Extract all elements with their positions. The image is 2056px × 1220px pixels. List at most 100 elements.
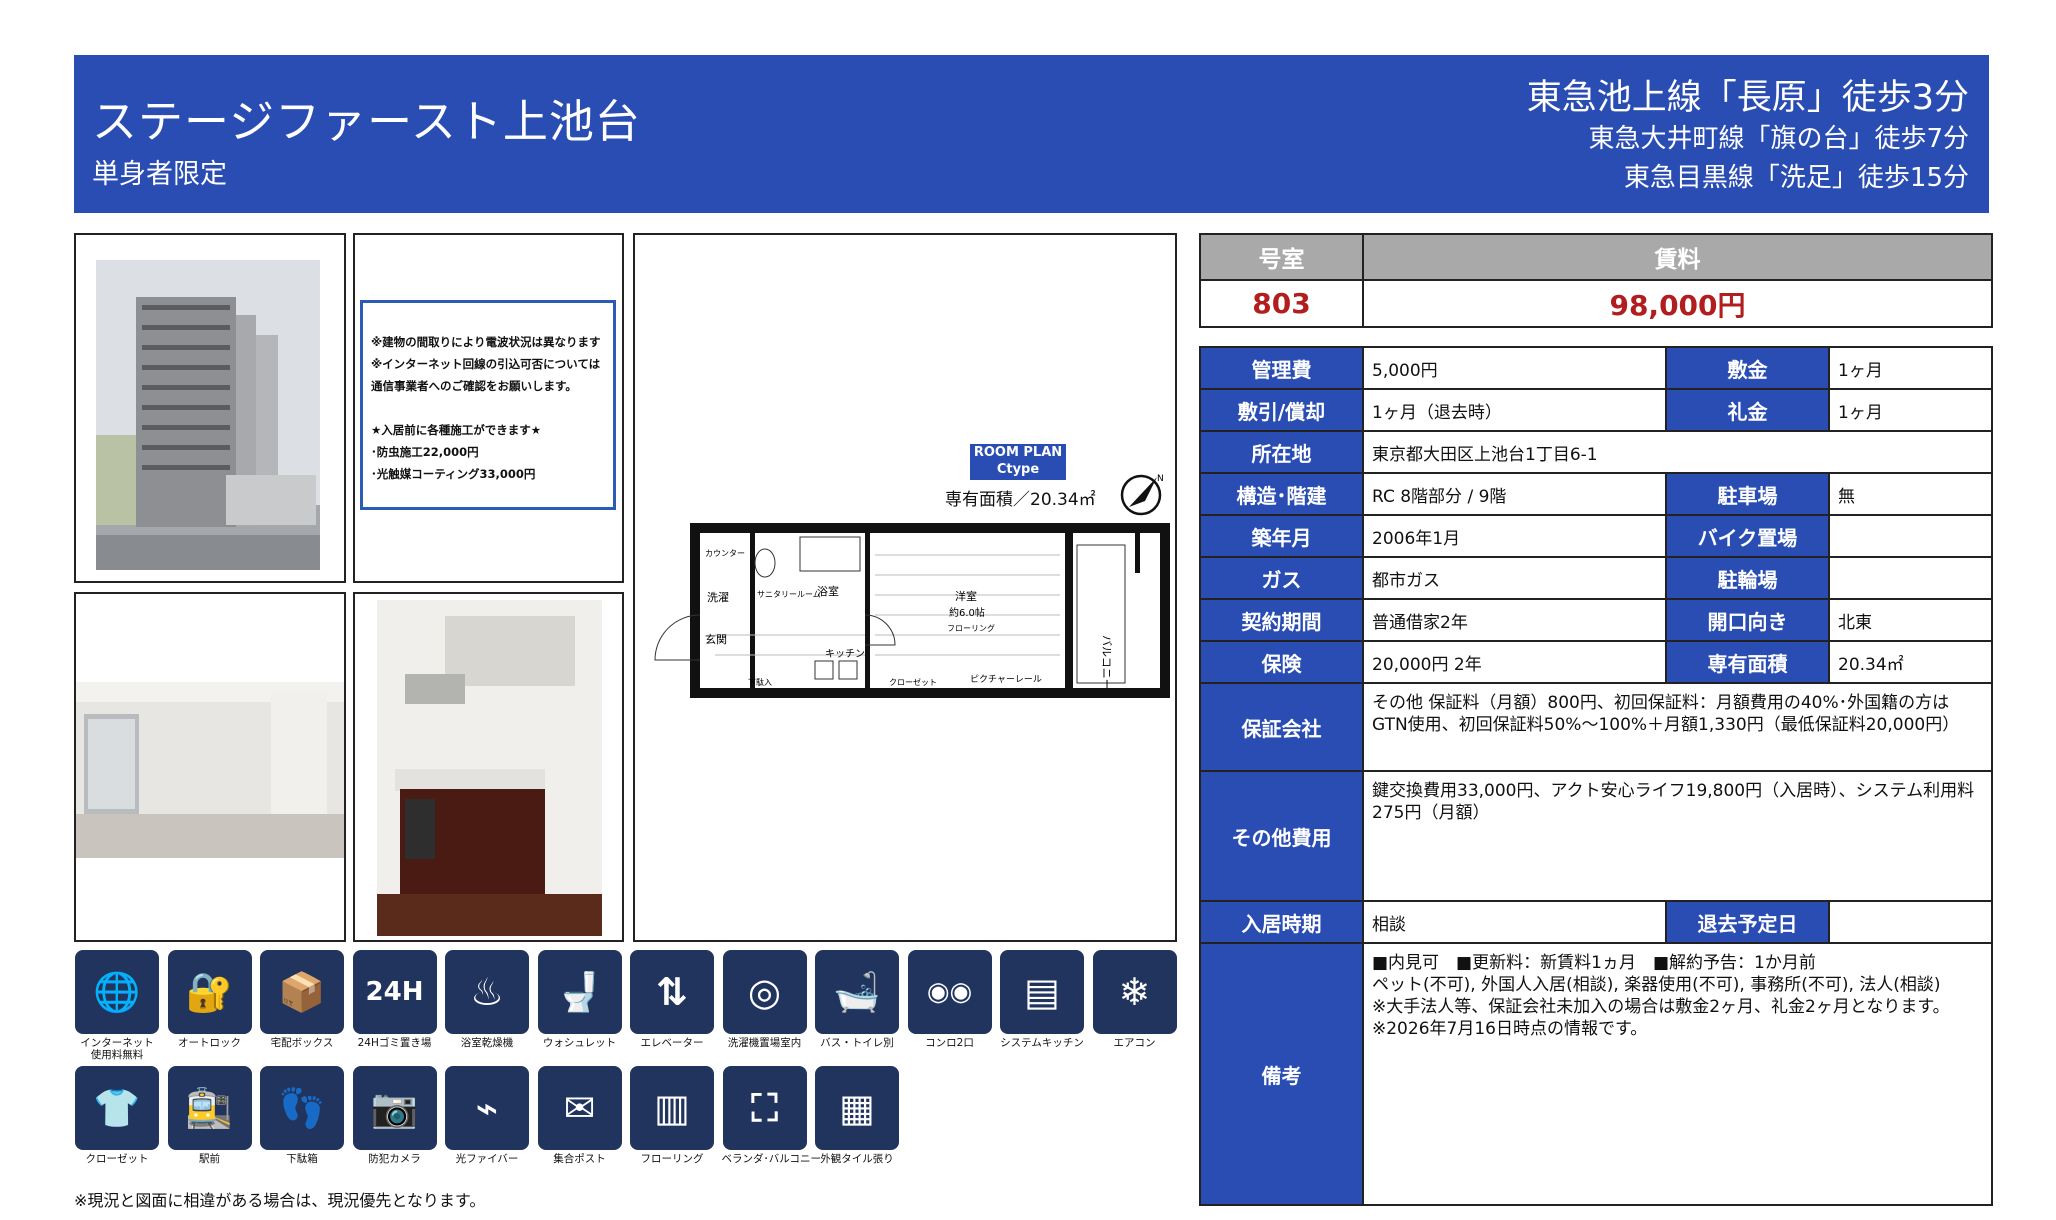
amenity-item: 🚉 駅前 [167,1066,253,1165]
notice-line: ※インターネット回線の引込可否については [371,357,601,371]
move-out-value [1828,900,1993,944]
amenity-label: ベランダ･バルコニー [721,1153,822,1165]
mgmt-fee-label: 管理費 [1199,346,1364,390]
details-table: 管理費 5,000円 敷金 1ヶ月 敷引/償却 1ヶ月（退去時） 礼金 1ヶ月 … [1199,346,1993,1206]
fp-balcony: バルコニー [1100,635,1113,690]
structure-label: 構造･階建 [1199,472,1364,516]
compass-icon: N [1120,474,1164,516]
amenity-label: 洗濯機置場室内 [727,1037,802,1049]
amenity-item: ▥ フローリング [629,1066,715,1165]
amenity-item: 🌐 インターネット 使用料無料 [74,950,160,1061]
autolock-icon: 🔐 [167,950,252,1034]
fp-bath: 浴室 [817,584,839,598]
summary-table: 号室 賃料 803 98,000円 [1199,233,1993,328]
guarantor-label: 保証会社 [1199,682,1364,772]
amenity-label: インターネット 使用料無料 [80,1037,154,1061]
bike-parking-label: バイク置場 [1665,514,1830,558]
address-label: 所在地 [1199,430,1364,474]
bicycle-parking-value [1828,556,1993,600]
room-header: 号室 [1199,233,1364,281]
shikibiki-value: 1ヶ月（退去時） [1362,388,1667,432]
remarks-line: ペット(不可), 外国人入居(相談), 楽器使用(不可), 事務所(不可), 法… [1372,975,1941,995]
fp-kitchen: キッチン [825,648,865,660]
amenity-item: 📦 宅配ボックス [259,950,345,1049]
floorplan-drawing: カウンター 洗濯 サニタリールーム 浴室 洋室 約6.0帖 フローリング バルコ… [654,523,1170,698]
bicycle-parking-label: 駐輪場 [1665,556,1830,600]
notice-line [371,397,607,419]
amenity-label: 駅前 [199,1153,220,1165]
insurance-value: 20,000円 2年 [1362,640,1667,684]
photo-interior [74,592,346,942]
amenity-item: ▤ システムキッチン [999,950,1085,1049]
amenity-label: 光ファイバー [455,1153,519,1165]
amenity-item: 24H 24Hゴミ置き場 [352,950,438,1049]
key-money-label: 礼金 [1665,388,1830,432]
system-kitchen-icon: ▤ [1000,950,1084,1034]
amenity-label: コンロ2口 [925,1037,974,1049]
move-in-value: 相談 [1362,900,1667,944]
amenity-label: クローゼット [85,1153,149,1165]
move-in-label: 入居時期 [1199,900,1364,944]
amenity-item: ♨ 浴室乾燥機 [444,950,530,1049]
fp-sanitary: サニタリールーム [757,590,821,599]
amenity-label: オートロック [178,1037,241,1049]
floorplan-area-label: 専有面積／20.34㎡ [945,490,1096,510]
built-label: 築年月 [1199,514,1364,558]
contract-label: 契約期間 [1199,598,1364,642]
notice-line: 通信事業者へのご確認をお願いします。 [371,379,577,393]
amenity-item: ◉◉ コンロ2口 [907,950,993,1049]
amenity-label: 宅配ボックス [270,1037,334,1049]
delivery-box-icon: 📦 [260,950,344,1034]
amenity-label: エアコン [1113,1037,1156,1049]
room-number: 803 [1199,279,1364,328]
bike-parking-value [1828,514,1993,558]
svg-text:N: N [1157,474,1164,484]
remarks-label: 備考 [1199,942,1364,1206]
guarantor-value: その他 保証料（月額）800円、初回保証料：月額費用の40%･外国籍の方はGTN… [1362,682,1993,772]
notice-line: ･防虫施工22,000円 [371,445,479,459]
amenity-label: フローリング [640,1153,704,1165]
fp-flooring: フローリング [947,623,995,633]
remarks-line: ※2026年7月16日時点の情報です。 [1372,1019,1648,1039]
floorplan-frame: ROOM PLAN Ctype 専有面積／20.34㎡ N カウンター 洗濯 サ… [633,233,1177,942]
parking-value: 無 [1828,472,1993,516]
address-value: 東京都大田区上池台1丁目6-1 [1362,430,1993,474]
station-tertiary: 東急目黒線「洗足」徒歩15分 [1623,163,1969,193]
amenity-label: 下駄箱 [286,1153,318,1165]
amenity-label: 防犯カメラ [368,1153,421,1165]
structure-value: RC 8階部分 / 9階 [1362,472,1667,516]
rent-header: 賃料 [1362,233,1993,281]
amenity-item: ⛶ ベランダ･バルコニー [721,1066,822,1165]
room-plan-badge-line2: Ctype [996,462,1040,477]
gas-value: 都市ガス [1362,556,1667,600]
shikibiki-label: 敷引/償却 [1199,388,1364,432]
amenity-label: バス・トイレ別 [820,1037,894,1049]
room-plan-badge-line1: ROOM PLAN [973,445,1063,460]
notice-line: ※建物の間取りにより電波状況は異なります [371,335,601,349]
amenity-item: 🛁 バス・トイレ別 [814,950,900,1049]
bath-dryer-icon: ♨ [445,950,529,1034]
amenity-label: 24Hゴミ置き場 [357,1037,432,1049]
amenity-item: ⇅ エレベーター [629,950,715,1049]
parking-label: 駐車場 [1665,472,1830,516]
balcony-icon: ⛶ [722,1066,807,1150]
amenity-item: 👕 クローゼット [74,1066,160,1165]
deposit-value: 1ヶ月 [1828,346,1993,390]
move-out-label: 退去予定日 [1665,900,1830,944]
closet-icon: 👕 [75,1066,159,1150]
amenity-item: ⌁ 光ファイバー [444,1066,530,1165]
key-money-value: 1ヶ月 [1828,388,1993,432]
contract-value: 普通借家2年 [1362,598,1667,642]
property-subtitle: 単身者限定 [92,159,227,190]
amenity-label: システムキッチン [1000,1037,1084,1049]
elevator-icon: ⇅ [630,950,714,1034]
photo-exterior [74,233,346,583]
rent-value: 98,000円 [1362,279,1993,328]
fiber-icon: ⌁ [445,1066,529,1150]
shoe-box-icon: 👣 [260,1066,344,1150]
station-secondary: 東急大井町線「旗の台」徒歩7分 [1588,124,1969,154]
amenity-item: ◎ 洗濯機置場室内 [722,950,808,1049]
photo-kitchen [353,592,624,942]
header-banner: ステージファースト上池台 単身者限定 東急池上線「長原」徒歩3分 東急大井町線「… [74,55,1989,213]
kitchen-image [377,600,602,936]
